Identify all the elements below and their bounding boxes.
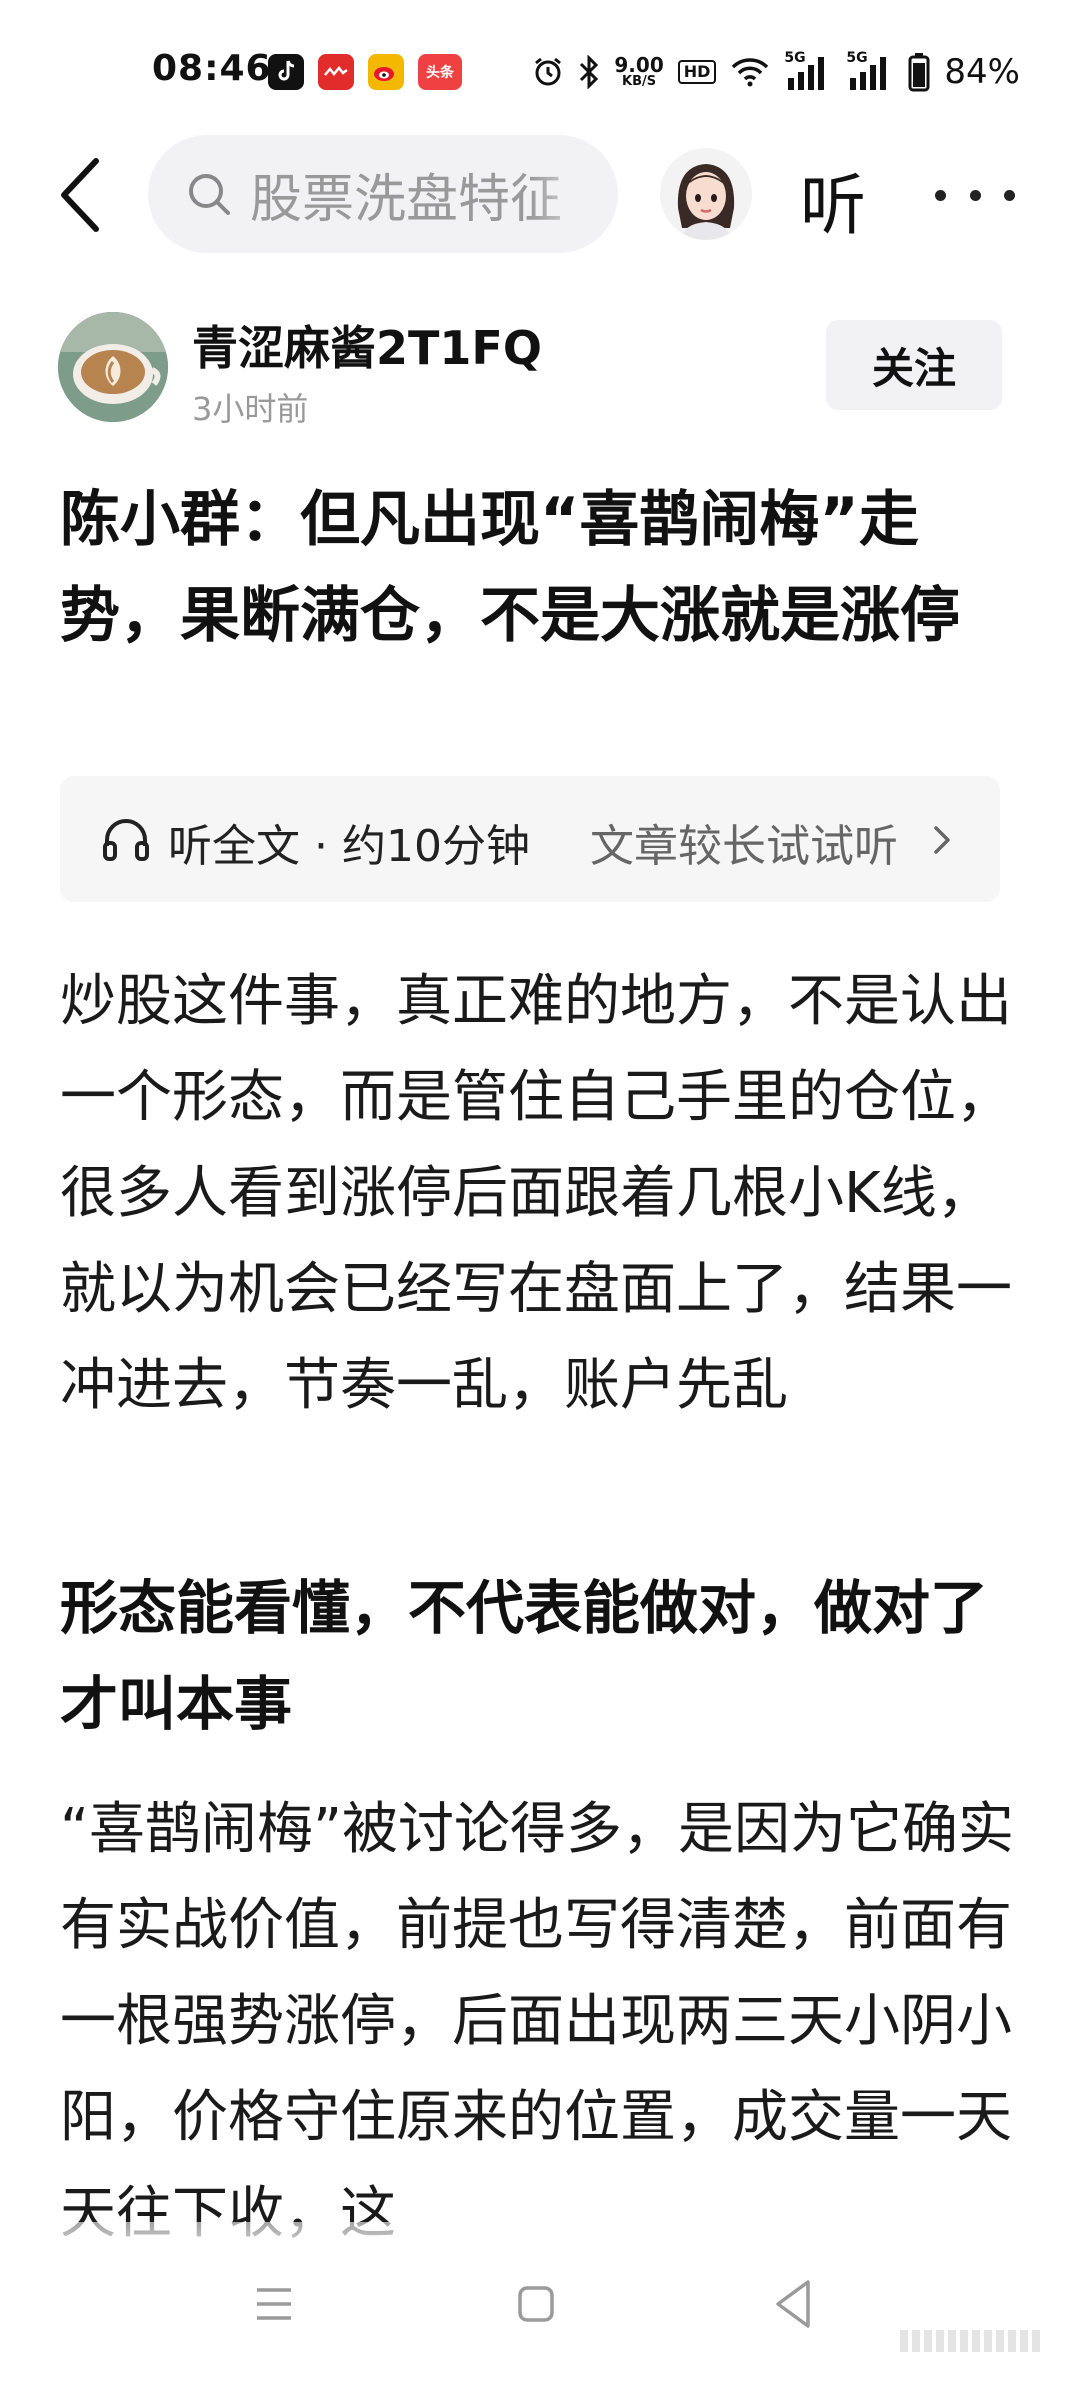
search-icon (184, 169, 234, 219)
search-bar[interactable]: 股票洗盘特征 (148, 135, 618, 253)
article-paragraph: “喜鹊闹梅”被讨论得多，是因为它确实有实战价值，前提也写得清楚，前面有一根强势涨… (60, 1797, 1015, 2246)
alarm-icon (535, 57, 562, 86)
net-speed-unit: KB/S (622, 74, 657, 89)
more-dot (969, 189, 981, 201)
tiktok-icon (268, 54, 304, 90)
headphones-icon (103, 819, 149, 861)
hd-badge: HD (677, 60, 717, 84)
status-bar: 08:46 头条 9.00 KB/S HD 5G 5G 84% (0, 0, 1080, 140)
menu-icon[interactable] (254, 2284, 294, 2324)
avatar[interactable] (660, 148, 752, 240)
net-speed: 9.00 KB/S (614, 55, 663, 89)
wifi-icon (732, 58, 769, 87)
signal-group-1: 5G (784, 50, 832, 92)
listen-button[interactable]: 听 (800, 152, 866, 248)
home-icon[interactable] (516, 2284, 556, 2324)
chevron-left-icon (61, 158, 99, 232)
toutiao-icon: 头条 (418, 54, 462, 90)
back-triangle-icon[interactable] (770, 2276, 816, 2332)
author-name[interactable]: 青涩麻酱2T1FQ (192, 312, 542, 378)
article-title: 陈小群：但凡出现“喜鹊闹梅”走势，果断满仓，不是大涨就是涨停 (60, 485, 960, 651)
listen-full-bar[interactable]: 听全文 · 约10分钟 文章较长试试听 (60, 776, 1000, 902)
follow-button[interactable]: 关注 (826, 320, 1002, 410)
more-icon[interactable] (935, 160, 1015, 230)
net-speed-value: 9.00 (614, 53, 664, 77)
signal-icon (788, 57, 825, 90)
signal-group-2: 5G (846, 50, 894, 92)
battery-percent: 84% (944, 52, 1020, 92)
weibo-icon (368, 54, 404, 90)
battery-icon (908, 53, 930, 92)
more-dot (935, 189, 946, 201)
back-button[interactable] (50, 155, 110, 235)
article-subheading: 形态能看懂，不代表能做对，做对了才叫本事 (60, 1574, 989, 1738)
more-dot (1004, 189, 1015, 201)
try-listen-label: 文章较长试试听 (590, 821, 898, 872)
watermark-stripes (900, 2330, 1060, 2360)
bluetooth-icon (580, 55, 599, 89)
status-icons: 9.00 KB/S HD 5G 5G 84% (532, 50, 1020, 94)
system-nav-bar (0, 2222, 1080, 2400)
red-app-icon (318, 54, 354, 90)
author-avatar[interactable] (58, 312, 168, 422)
post-time: 3小时前 (192, 390, 309, 428)
search-text: 股票洗盘特征 (250, 169, 563, 230)
article-paragraph: 炒股这件事，真正难的地方，不是认出一个形态，而是管住自己手里的仓位，很多人看到涨… (60, 969, 1012, 1418)
status-time: 08:46 (152, 48, 272, 89)
signal-icon (850, 57, 887, 90)
top-nav: 股票洗盘特征 听 (0, 130, 1080, 260)
chevron-right-icon (934, 826, 950, 854)
listen-full-label: 听全文 · 约10分钟 (168, 821, 530, 872)
